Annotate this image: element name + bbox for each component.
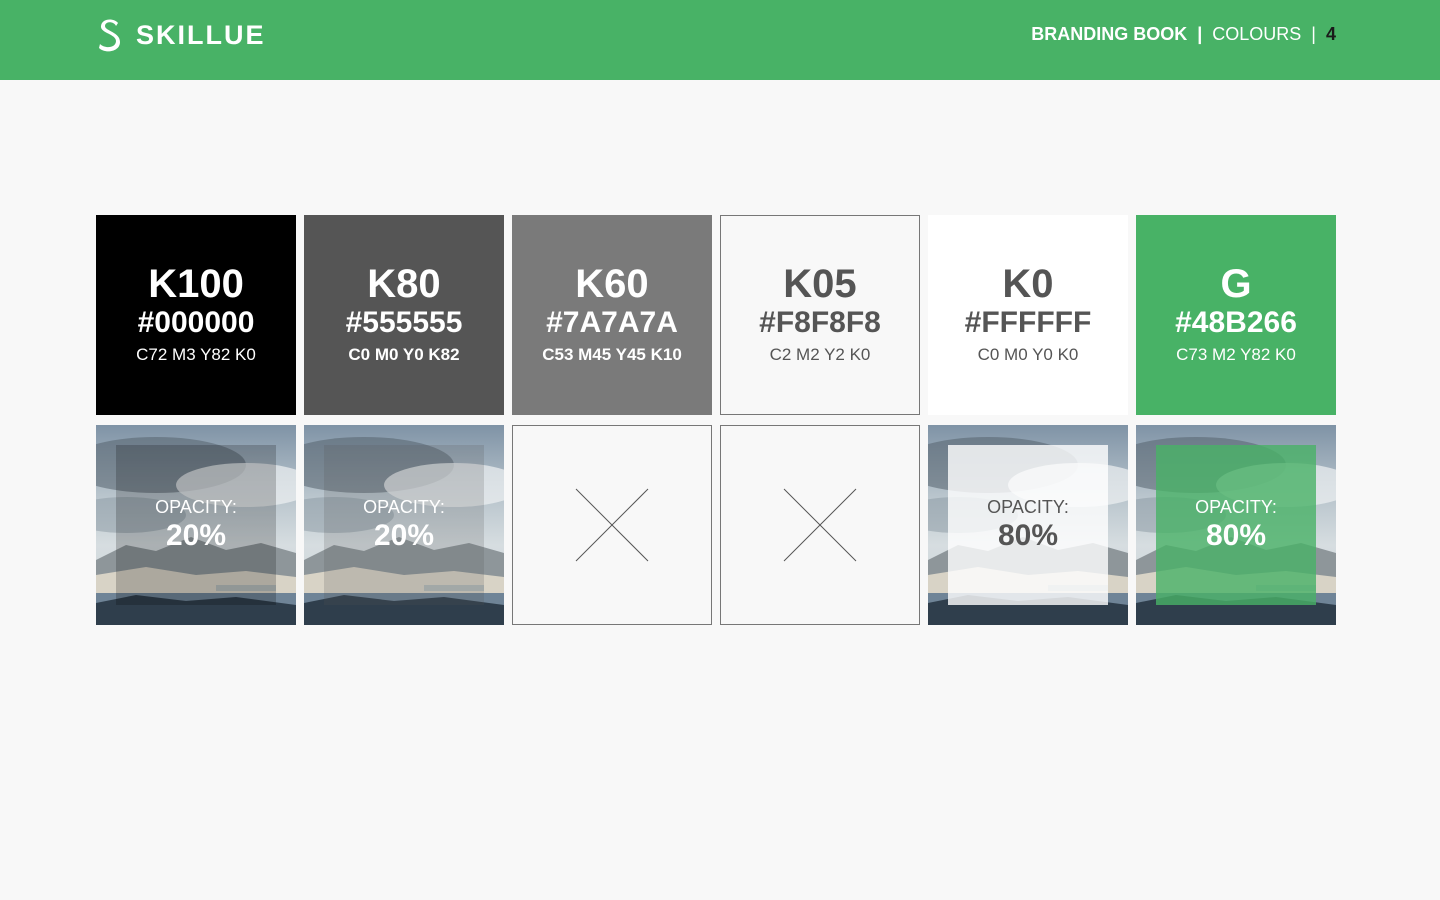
cross-icon [783, 488, 857, 562]
swatch-k80: K80 #555555 C0 M0 Y0 K82 [304, 215, 504, 415]
opacity-value: 20% [373, 519, 435, 552]
swatch-hex: #000000 [137, 306, 255, 339]
opacity-value: 80% [1205, 519, 1267, 552]
brand-name: SKILLUE [136, 20, 266, 50]
swatch-name: G [1220, 262, 1252, 306]
swatch-name: K0 [1002, 262, 1054, 306]
swatch-row: K100 #000000 C72 M3 Y82 K0 K80 #555555 C… [96, 215, 1336, 415]
section-title: COLOURS [1212, 23, 1302, 44]
swatch-g: G #48B266 C73 M2 Y82 K0 [1136, 215, 1336, 415]
breadcrumb: BRANDING BOOK | COLOURS | 4 [1031, 22, 1336, 46]
swatch-hex: #F8F8F8 [759, 306, 881, 339]
swatch-hex: #555555 [345, 306, 463, 339]
opacity-value: 80% [997, 519, 1059, 552]
swatch-hex: #FFFFFF [964, 306, 1092, 339]
opacity-overlay: OPACITY: 80% [1156, 445, 1316, 605]
breadcrumb-separator: | [1311, 23, 1316, 44]
swatch-cmyk: C73 M2 Y82 K0 [1176, 345, 1296, 364]
swatch-k0: K0 #FFFFFF C0 M0 Y0 K0 [928, 215, 1128, 415]
breadcrumb-separator: | [1197, 23, 1203, 44]
swatch-cmyk: C0 M0 Y0 K0 [977, 345, 1079, 364]
opacity-label: OPACITY: [1195, 497, 1277, 517]
cross-icon [575, 488, 649, 562]
no-opacity-sample-k05 [720, 425, 920, 625]
no-opacity-sample-k60 [512, 425, 712, 625]
opacity-label: OPACITY: [363, 497, 445, 517]
opacity-label: OPACITY: [155, 497, 237, 517]
opacity-value: 20% [165, 519, 227, 552]
book-title: BRANDING BOOK [1031, 23, 1188, 44]
swatch-cmyk: C53 M45 Y45 K10 [542, 345, 682, 364]
opacity-overlay: OPACITY: 20% [116, 445, 276, 605]
header-bar: SKILLUE BRANDING BOOK | COLOURS | 4 [0, 0, 1440, 80]
skillue-logo: SKILLUE [96, 17, 266, 53]
opacity-overlay: OPACITY: 80% [948, 445, 1108, 605]
skillue-s-icon [99, 19, 120, 52]
opacity-overlay: OPACITY: 20% [324, 445, 484, 605]
swatch-name: K100 [148, 262, 244, 306]
swatch-k60: K60 #7A7A7A C53 M45 Y45 K10 [512, 215, 712, 415]
opacity-row: OPACITY: 20% OPACITY: 20% OPACITY: 80% O… [96, 425, 1336, 625]
page-number: 4 [1325, 23, 1336, 44]
opacity-sample-k100: OPACITY: 20% [96, 425, 296, 625]
swatch-hex: #48B266 [1175, 306, 1297, 339]
swatch-hex: #7A7A7A [546, 306, 678, 339]
swatch-cmyk: C72 M3 Y82 K0 [136, 345, 256, 364]
swatch-name: K80 [367, 262, 441, 306]
swatch-name: K05 [783, 262, 857, 306]
opacity-sample-k0: OPACITY: 80% [928, 425, 1128, 625]
opacity-label: OPACITY: [987, 497, 1069, 517]
swatch-cmyk: C2 M2 Y2 K0 [769, 345, 871, 364]
swatch-k100: K100 #000000 C72 M3 Y82 K0 [96, 215, 296, 415]
swatch-name: K60 [575, 262, 649, 306]
opacity-sample-k80: OPACITY: 20% [304, 425, 504, 625]
colour-grid: K100 #000000 C72 M3 Y82 K0 K80 #555555 C… [96, 215, 1336, 625]
swatch-cmyk: C0 M0 Y0 K82 [348, 345, 460, 364]
swatch-k05: K05 #F8F8F8 C2 M2 Y2 K0 [720, 215, 920, 415]
opacity-sample-g: OPACITY: 80% [1136, 425, 1336, 625]
